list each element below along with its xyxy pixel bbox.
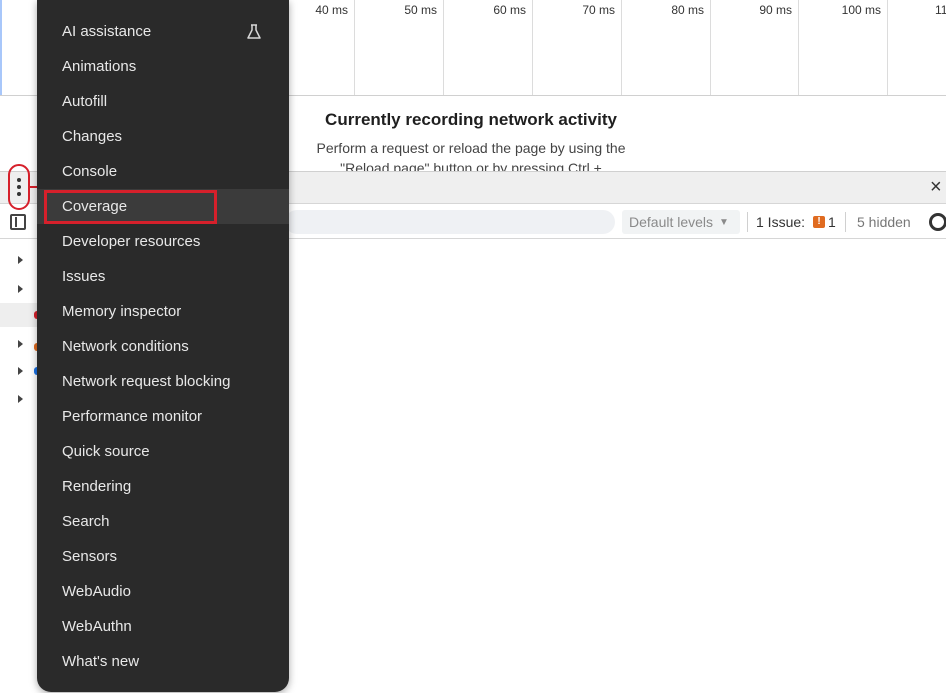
expand-arrow-icon[interactable] xyxy=(18,256,23,264)
menu-item-issues[interactable]: Issues xyxy=(37,259,289,294)
menu-item-label: Rendering xyxy=(62,478,132,495)
menu-item-label: AI assistance xyxy=(62,23,152,40)
expand-arrow-icon[interactable] xyxy=(18,285,23,293)
menu-item-webaudio[interactable]: WebAudio xyxy=(37,574,289,609)
menu-item-whats-new[interactable]: What's new xyxy=(37,644,289,679)
recording-title: Currently recording network activity xyxy=(325,110,617,129)
menu-item-quick-source[interactable]: Quick source xyxy=(37,434,289,469)
timeline-tick: 100 ms xyxy=(799,0,888,95)
menu-item-label: Memory inspector xyxy=(62,303,182,320)
toolbar-divider xyxy=(747,212,748,232)
timeline-edge-marker xyxy=(0,0,2,95)
menu-item-network-conditions[interactable]: Network conditions xyxy=(37,329,289,364)
hidden-messages-count: 5 hidden xyxy=(857,214,911,230)
menu-item-console[interactable]: Console xyxy=(37,154,289,189)
menu-item-label: Animations xyxy=(62,58,137,75)
more-tools-menu: AI assistance Animations Autofill Change… xyxy=(37,0,289,692)
menu-item-label: Developer resources xyxy=(62,233,201,250)
toolbar-divider xyxy=(845,212,846,232)
menu-item-label: Sensors xyxy=(62,548,118,565)
timeline-tick: 70 ms xyxy=(533,0,622,95)
coverage-highlight-annotation xyxy=(44,190,217,224)
menu-item-webauthn[interactable]: WebAuthn xyxy=(37,609,289,644)
menu-item-rendering[interactable]: Rendering xyxy=(37,469,289,504)
issues-label[interactable]: 1 Issue: xyxy=(756,214,805,230)
recording-description: Perform a request or reload the page by … xyxy=(316,140,626,172)
menu-item-autofill[interactable]: Autofill xyxy=(37,84,289,119)
log-levels-dropdown[interactable]: Default levels ▼ xyxy=(622,210,740,234)
menu-item-search[interactable]: Search xyxy=(37,504,289,539)
console-filter-input[interactable] xyxy=(285,210,615,234)
menu-item-label: Network conditions xyxy=(62,338,189,355)
menu-item-label: Issues xyxy=(62,268,106,285)
issue-count[interactable]: 1 xyxy=(828,214,836,230)
menu-item-animations[interactable]: Animations xyxy=(37,49,289,84)
timeline-tick: 60 ms xyxy=(444,0,533,95)
expand-arrow-icon[interactable] xyxy=(18,395,23,403)
menu-item-network-request-blocking[interactable]: Network request blocking xyxy=(37,364,289,399)
menu-item-label: Network request blocking xyxy=(62,373,231,390)
chevron-down-icon: ▼ xyxy=(719,216,729,228)
menu-item-label: Console xyxy=(62,163,118,180)
menu-item-label: Quick source xyxy=(62,443,150,460)
sidebar-toggle-icon[interactable] xyxy=(10,214,26,230)
menu-item-label: What's new xyxy=(62,653,140,670)
more-tools-kebab-button[interactable] xyxy=(8,164,30,210)
log-levels-label: Default levels xyxy=(629,214,714,230)
menu-item-label: Search xyxy=(62,513,110,530)
timeline-tick: 50 ms xyxy=(355,0,444,95)
expand-arrow-icon[interactable] xyxy=(18,340,23,348)
close-drawer-button[interactable]: × xyxy=(930,177,942,197)
timeline-tick: 11 xyxy=(935,3,946,17)
gear-icon[interactable] xyxy=(929,213,946,231)
menu-item-sensors[interactable]: Sensors xyxy=(37,539,289,574)
menu-item-label: Autofill xyxy=(62,93,108,110)
timeline-tick: 80 ms xyxy=(622,0,711,95)
expand-arrow-icon[interactable] xyxy=(18,367,23,375)
menu-item-developer-resources[interactable]: Developer resources xyxy=(37,224,289,259)
menu-item-label: WebAudio xyxy=(62,583,131,600)
kebab-icon xyxy=(17,178,21,196)
menu-item-performance-monitor[interactable]: Performance monitor xyxy=(37,399,289,434)
issue-warning-icon: ! xyxy=(813,216,825,228)
timeline-tick: 90 ms xyxy=(711,0,799,95)
menu-item-label: Performance monitor xyxy=(62,408,203,425)
timeline-tick: 40 ms xyxy=(290,0,355,95)
menu-item-changes[interactable]: Changes xyxy=(37,119,289,154)
menu-item-memory-inspector[interactable]: Memory inspector xyxy=(37,294,289,329)
menu-item-label: WebAuthn xyxy=(62,618,132,635)
menu-item-label: Changes xyxy=(62,128,123,145)
flask-icon xyxy=(247,24,261,39)
